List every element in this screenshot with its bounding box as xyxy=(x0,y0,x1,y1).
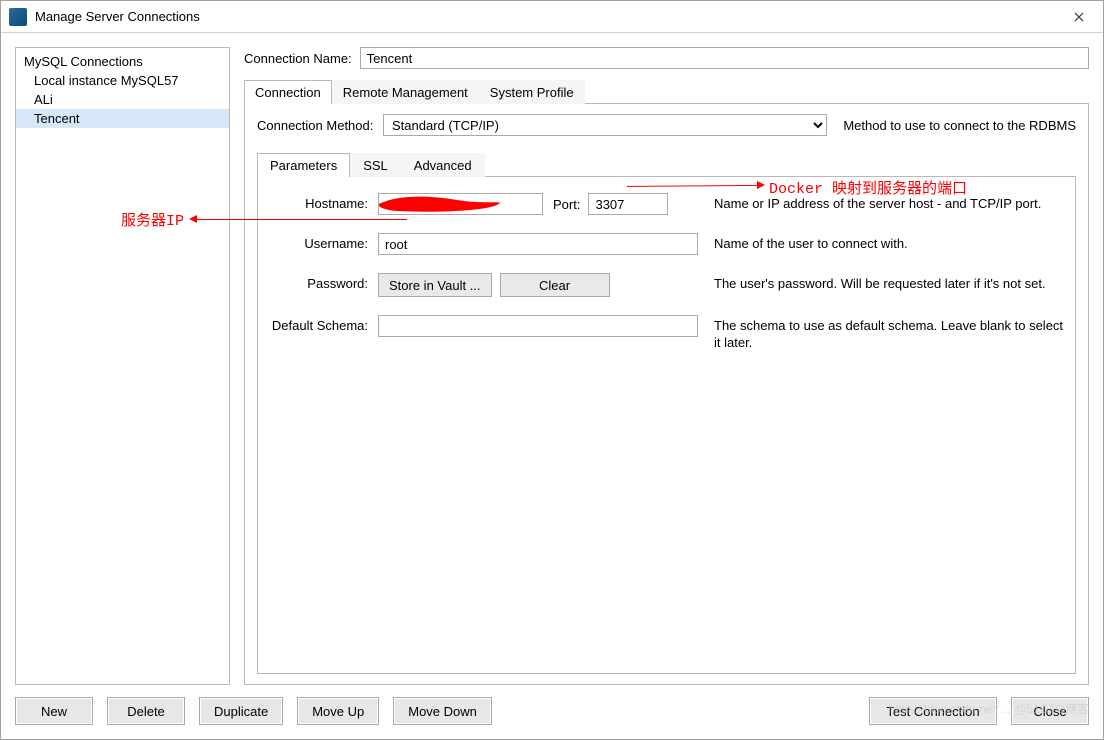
password-label: Password: xyxy=(268,273,368,291)
new-button[interactable]: New xyxy=(15,697,93,725)
hostname-input[interactable] xyxy=(378,193,543,215)
connection-method-desc: Method to use to connect to the RDBMS xyxy=(835,118,1076,133)
username-controls xyxy=(378,233,698,255)
main-area: Connection Name: Connection Remote Manag… xyxy=(244,47,1089,685)
username-label: Username: xyxy=(268,233,368,251)
port-input[interactable] xyxy=(588,193,668,215)
connection-method-row: Connection Method: Standard (TCP/IP) Met… xyxy=(257,114,1076,136)
username-input[interactable] xyxy=(378,233,698,255)
store-vault-button[interactable]: Store in Vault ... xyxy=(378,273,492,297)
hostname-desc: Name or IP address of the server host - … xyxy=(708,193,1065,213)
top-area: MySQL Connections Local instance MySQL57… xyxy=(15,47,1089,685)
connection-name-input[interactable] xyxy=(360,47,1089,69)
hostname-row: Hostname: Port: Name or IP add xyxy=(268,193,1065,215)
manage-connections-window: Manage Server Connections MySQL Connecti… xyxy=(0,0,1104,740)
tab-parameters[interactable]: Parameters xyxy=(257,153,350,177)
delete-button[interactable]: Delete xyxy=(107,697,185,725)
duplicate-button[interactable]: Duplicate xyxy=(199,697,283,725)
username-desc: Name of the user to connect with. xyxy=(708,233,1065,253)
hostname-label: Hostname: xyxy=(268,193,368,211)
connection-list-item[interactable]: Tencent xyxy=(16,109,229,128)
password-desc: The user's password. Will be requested l… xyxy=(708,273,1065,293)
tab-remote-management[interactable]: Remote Management xyxy=(332,80,479,104)
clear-password-button[interactable]: Clear xyxy=(500,273,610,297)
password-row: Password: Store in Vault ... Clear The u… xyxy=(268,273,1065,297)
movedown-button[interactable]: Move Down xyxy=(393,697,492,725)
tab-connection[interactable]: Connection xyxy=(244,80,332,104)
connection-tabpanel: Connection Method: Standard (TCP/IP) Met… xyxy=(244,104,1089,685)
password-controls: Store in Vault ... Clear xyxy=(378,273,698,297)
username-row: Username: Name of the user to connect wi… xyxy=(268,233,1065,255)
schema-row: Default Schema: The schema to use as def… xyxy=(268,315,1065,352)
tab-advanced[interactable]: Advanced xyxy=(401,153,485,177)
schema-label: Default Schema: xyxy=(268,315,368,333)
connection-method-label: Connection Method: xyxy=(257,118,375,133)
param-tabs: Parameters SSL Advanced xyxy=(257,152,1076,177)
schema-input[interactable] xyxy=(378,315,698,337)
connection-list[interactable]: MySQL Connections Local instance MySQL57… xyxy=(15,47,230,685)
main-tabs: Connection Remote Management System Prof… xyxy=(244,79,1089,104)
redaction-mark xyxy=(378,193,502,215)
hostname-controls: Port: xyxy=(378,193,698,215)
tab-system-profile[interactable]: System Profile xyxy=(479,80,585,104)
connection-name-row: Connection Name: xyxy=(244,47,1089,69)
watermark-text: https://blog.csdn.net/… @51CTO博客 xyxy=(888,700,1089,717)
titlebar: Manage Server Connections xyxy=(1,1,1103,33)
connection-list-item[interactable]: ALi xyxy=(16,90,229,109)
footer-spacer xyxy=(506,697,855,725)
connection-list-header: MySQL Connections xyxy=(16,52,229,71)
window-title: Manage Server Connections xyxy=(35,9,1059,24)
schema-controls xyxy=(378,315,698,337)
parameters-panel: Hostname: Port: Name or IP add xyxy=(257,177,1076,674)
close-icon xyxy=(1074,12,1084,22)
close-button[interactable] xyxy=(1059,1,1099,32)
dialog-body: MySQL Connections Local instance MySQL57… xyxy=(1,33,1103,739)
app-icon xyxy=(9,8,27,26)
connection-name-label: Connection Name: xyxy=(244,51,352,66)
schema-desc: The schema to use as default schema. Lea… xyxy=(708,315,1065,352)
port-label: Port: xyxy=(551,197,580,212)
moveup-button[interactable]: Move Up xyxy=(297,697,379,725)
tab-ssl[interactable]: SSL xyxy=(350,153,401,177)
connection-method-select[interactable]: Standard (TCP/IP) xyxy=(383,114,827,136)
connection-list-item[interactable]: Local instance MySQL57 xyxy=(16,71,229,90)
